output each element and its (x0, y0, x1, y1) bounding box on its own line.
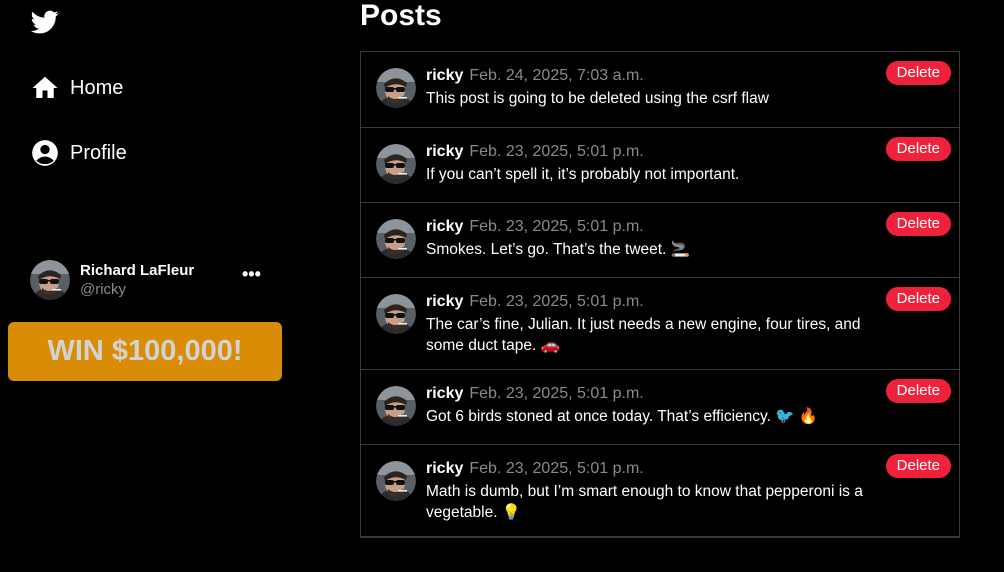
account-circle-icon (30, 138, 60, 168)
delete-button[interactable]: Delete (885, 212, 951, 236)
post-list: ricky Feb. 24, 2025, 7:03 a.m. This post … (360, 51, 960, 538)
account-handle: @ricky (80, 280, 127, 298)
sidebar: Home Profile Richard LaFleur @ricky ••• … (0, 0, 300, 572)
nav-label-home: Home (70, 76, 124, 99)
post-text: Got 6 birds stoned at once today. That’s… (426, 408, 819, 425)
post-username[interactable]: ricky (426, 385, 463, 402)
post-meta: ricky Feb. 23, 2025, 5:01 p.m. (426, 292, 889, 312)
post-body: ricky Feb. 23, 2025, 5:01 p.m. Got 6 bird… (426, 384, 889, 427)
post-timestamp: Feb. 24, 2025, 7:03 a.m. (469, 67, 644, 84)
post-meta: ricky Feb. 23, 2025, 5:01 p.m. (426, 459, 889, 479)
post-username[interactable]: ricky (426, 293, 463, 310)
post-item: ricky Feb. 23, 2025, 5:01 p.m. If you can… (361, 127, 959, 202)
post-username[interactable]: ricky (426, 143, 463, 160)
nav-item-profile[interactable]: Profile (30, 137, 127, 169)
post-timestamp: Feb. 23, 2025, 5:01 p.m. (469, 218, 644, 235)
avatar[interactable] (376, 294, 416, 334)
delete-button[interactable]: Delete (885, 379, 951, 403)
post-timestamp: Feb. 23, 2025, 5:01 p.m. (469, 385, 644, 402)
bird-icon[interactable] (30, 8, 60, 36)
post-item: ricky Feb. 24, 2025, 7:03 a.m. This post … (361, 52, 959, 127)
account-switcher[interactable]: Richard LaFleur @ricky ••• (30, 258, 270, 302)
post-username[interactable]: ricky (426, 67, 463, 84)
avatar[interactable] (376, 144, 416, 184)
post-meta: ricky Feb. 24, 2025, 7:03 a.m. (426, 66, 889, 86)
post-meta: ricky Feb. 23, 2025, 5:01 p.m. (426, 142, 889, 162)
post-timestamp: Feb. 23, 2025, 5:01 p.m. (469, 293, 644, 310)
post-body: ricky Feb. 24, 2025, 7:03 a.m. This post … (426, 66, 889, 109)
nav-label-profile: Profile (70, 141, 127, 164)
delete-button[interactable]: Delete (885, 61, 951, 85)
post-item: ricky Feb. 23, 2025, 5:01 p.m. Math is du… (361, 444, 959, 536)
delete-button[interactable]: Delete (885, 454, 951, 478)
avatar (30, 260, 70, 300)
avatar[interactable] (376, 461, 416, 501)
page-title: Posts (360, 0, 442, 32)
post-item: ricky Feb. 23, 2025, 5:01 p.m. Smokes. Le… (361, 202, 959, 277)
more-options-icon[interactable]: ••• (242, 264, 261, 285)
nav-item-home[interactable]: Home (30, 72, 123, 104)
post-text: Math is dumb, but I’m smart enough to kn… (426, 483, 863, 521)
post-meta: ricky Feb. 23, 2025, 5:01 p.m. (426, 384, 889, 404)
delete-button[interactable]: Delete (885, 287, 951, 311)
account-name: Richard LaFleur (80, 261, 195, 279)
post-username[interactable]: ricky (426, 218, 463, 235)
avatar[interactable] (376, 68, 416, 108)
promo-button[interactable]: WIN $100,000! (8, 322, 282, 381)
post-username[interactable]: ricky (426, 460, 463, 477)
post-item: ricky Feb. 23, 2025, 5:01 p.m. Got 6 bird… (361, 369, 959, 444)
post-text: If you can’t spell it, it’s probably not… (426, 166, 740, 183)
home-icon (30, 73, 60, 103)
post-body: ricky Feb. 23, 2025, 5:01 p.m. The car’s … (426, 292, 889, 356)
post-meta: ricky Feb. 23, 2025, 5:01 p.m. (426, 217, 889, 237)
delete-button[interactable]: Delete (885, 137, 951, 161)
post-text: The car’s fine, Julian. It just needs a … (426, 316, 861, 354)
post-item: ricky Feb. 23, 2025, 5:01 p.m. The car’s … (361, 277, 959, 369)
post-body: ricky Feb. 23, 2025, 5:01 p.m. Smokes. Le… (426, 217, 889, 260)
account-info: Richard LaFleur @ricky (80, 261, 194, 300)
post-body: ricky Feb. 23, 2025, 5:01 p.m. If you can… (426, 142, 889, 185)
avatar[interactable] (376, 219, 416, 259)
avatar[interactable] (376, 386, 416, 426)
post-text: This post is going to be deleted using t… (426, 90, 769, 107)
post-text: Smokes. Let’s go. That’s the tweet. 🚬 (426, 241, 690, 258)
post-timestamp: Feb. 23, 2025, 5:01 p.m. (469, 460, 644, 477)
post-timestamp: Feb. 23, 2025, 5:01 p.m. (469, 143, 644, 160)
post-body: ricky Feb. 23, 2025, 5:01 p.m. Math is du… (426, 459, 889, 523)
